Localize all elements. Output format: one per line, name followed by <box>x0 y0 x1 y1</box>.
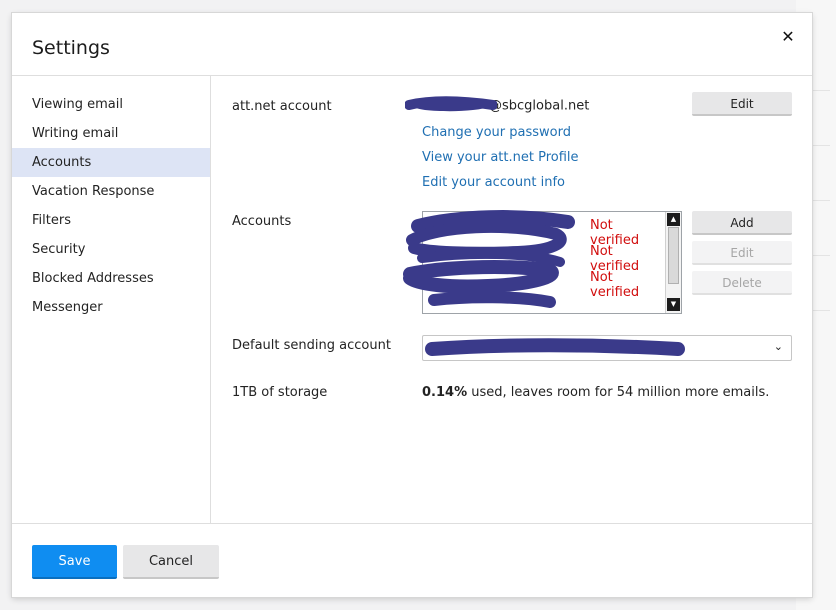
sidebar-item-accounts[interactable]: Accounts <box>12 148 210 177</box>
account-status: Not verified <box>590 270 640 300</box>
accounts-label: Accounts <box>232 214 292 229</box>
edit-account-button[interactable]: Edit <box>692 241 792 265</box>
close-icon[interactable]: ✕ <box>778 27 798 47</box>
settings-sidebar: Viewing email Writing email Accounts Vac… <box>12 76 211 523</box>
account-email-domain: @sbcglobal.net <box>489 98 590 114</box>
list-item[interactable]: Not verified <box>423 266 663 300</box>
list-item[interactable]: Not verified <box>423 214 663 248</box>
account-email: @sbcglobal.net <box>407 97 589 115</box>
scrollbar-thumb[interactable] <box>668 227 679 284</box>
edit-account-info-link[interactable]: Edit your account info <box>422 175 565 190</box>
settings-dialog: Settings ✕ Viewing email Writing email A… <box>12 13 812 597</box>
sidebar-item-messenger[interactable]: Messenger <box>12 293 210 322</box>
save-button[interactable]: Save <box>32 545 117 579</box>
storage-label: 1TB of storage <box>232 385 328 400</box>
storage-percent: 0.14% <box>422 385 468 400</box>
footer-divider <box>12 523 812 524</box>
storage-usage: 0.14% used, leaves room for 54 million m… <box>422 385 769 400</box>
account-edit-button[interactable]: Edit <box>692 92 792 116</box>
sidebar-item-vacation-response[interactable]: Vacation Response <box>12 177 210 206</box>
chevron-down-icon: ⌄ <box>773 340 783 353</box>
change-password-link[interactable]: Change your password <box>422 125 571 140</box>
sidebar-item-security[interactable]: Security <box>12 235 210 264</box>
scroll-up-icon[interactable]: ▲ <box>667 213 680 226</box>
sidebar-item-viewing-email[interactable]: Viewing email <box>12 90 210 119</box>
view-profile-link[interactable]: View your att.net Profile <box>422 150 579 165</box>
storage-text: used, leaves room for 54 million more em… <box>467 385 770 400</box>
cancel-button[interactable]: Cancel <box>123 545 219 579</box>
default-sending-label: Default sending account <box>232 338 391 353</box>
sidebar-item-writing-email[interactable]: Writing email <box>12 119 210 148</box>
delete-account-button[interactable]: Delete <box>692 271 792 295</box>
default-sending-select[interactable]: ⌄ <box>422 335 792 361</box>
list-item[interactable]: Not verified <box>423 240 663 274</box>
scroll-down-icon[interactable]: ▼ <box>667 298 680 311</box>
accounts-list[interactable]: Not verified Not verified Not verified ▲… <box>422 211 682 314</box>
sidebar-item-filters[interactable]: Filters <box>12 206 210 235</box>
dialog-title: Settings <box>32 37 110 59</box>
sidebar-item-blocked-addresses[interactable]: Blocked Addresses <box>12 264 210 293</box>
account-label: att.net account <box>232 99 332 114</box>
add-account-button[interactable]: Add <box>692 211 792 235</box>
redacted-email-prefix <box>407 97 489 115</box>
accounts-scrollbar[interactable]: ▲ ▼ <box>665 212 681 313</box>
